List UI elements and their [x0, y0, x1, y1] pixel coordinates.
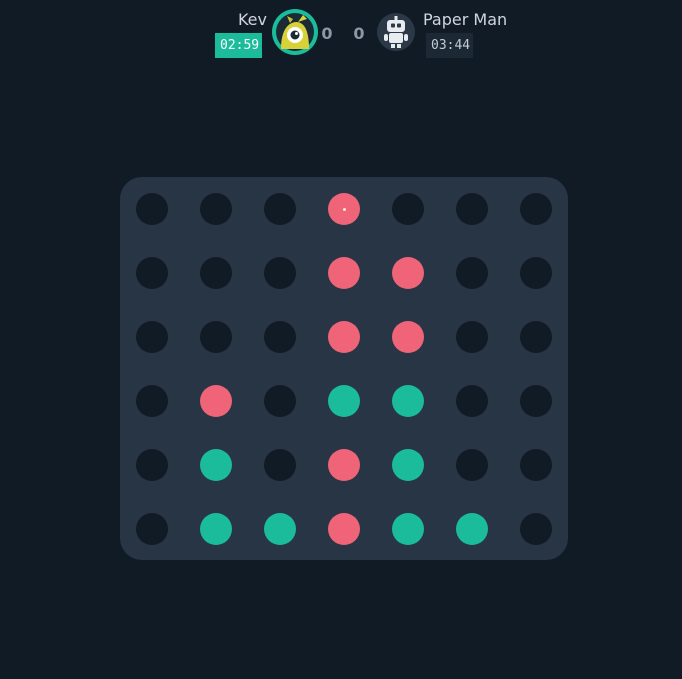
empty-slot[interactable] [456, 257, 488, 289]
empty-slot[interactable] [200, 257, 232, 289]
empty-slot[interactable] [264, 257, 296, 289]
player-one-score: 0 [321, 24, 333, 43]
empty-slot[interactable] [264, 321, 296, 353]
empty-slot[interactable] [136, 449, 168, 481]
red-disc[interactable] [392, 321, 424, 353]
green-disc[interactable] [392, 513, 424, 545]
empty-slot[interactable] [200, 193, 232, 225]
player-one-name: Kev [237, 10, 267, 29]
red-disc[interactable] [392, 257, 424, 289]
empty-slot[interactable] [264, 385, 296, 417]
green-disc[interactable] [456, 513, 488, 545]
empty-slot[interactable] [456, 449, 488, 481]
player-two-score: 0 [353, 24, 365, 43]
empty-slot[interactable] [456, 385, 488, 417]
robot-avatar-icon [373, 9, 419, 55]
player-two-timer: 03:44 [426, 33, 473, 58]
green-disc[interactable] [392, 385, 424, 417]
empty-slot[interactable] [136, 385, 168, 417]
empty-slot[interactable] [264, 449, 296, 481]
empty-slot[interactable] [136, 513, 168, 545]
one-eyed-monster-avatar-icon [272, 9, 318, 55]
empty-slot[interactable] [392, 193, 424, 225]
green-disc[interactable] [200, 449, 232, 481]
empty-slot[interactable] [456, 193, 488, 225]
red-disc[interactable] [328, 257, 360, 289]
game-screen: Kev 02:59 0 0 Paper Man 03:44 [0, 0, 682, 679]
player-one-timer: 02:59 [215, 33, 262, 58]
empty-slot[interactable] [264, 193, 296, 225]
red-disc[interactable] [328, 449, 360, 481]
green-disc[interactable] [328, 385, 360, 417]
red-disc[interactable] [200, 385, 232, 417]
red-disc[interactable] [328, 321, 360, 353]
red-disc[interactable] [328, 193, 360, 225]
empty-slot[interactable] [136, 193, 168, 225]
empty-slot[interactable] [520, 321, 552, 353]
empty-slot[interactable] [520, 513, 552, 545]
game-board[interactable] [120, 177, 568, 560]
empty-slot[interactable] [520, 449, 552, 481]
red-disc[interactable] [328, 513, 360, 545]
empty-slot[interactable] [136, 257, 168, 289]
green-disc[interactable] [392, 449, 424, 481]
empty-slot[interactable] [136, 321, 168, 353]
empty-slot[interactable] [200, 321, 232, 353]
green-disc[interactable] [264, 513, 296, 545]
empty-slot[interactable] [520, 193, 552, 225]
player-two-name: Paper Man [423, 10, 508, 29]
last-move-marker [342, 207, 346, 211]
empty-slot[interactable] [520, 385, 552, 417]
empty-slot[interactable] [520, 257, 552, 289]
green-disc[interactable] [200, 513, 232, 545]
empty-slot[interactable] [456, 321, 488, 353]
